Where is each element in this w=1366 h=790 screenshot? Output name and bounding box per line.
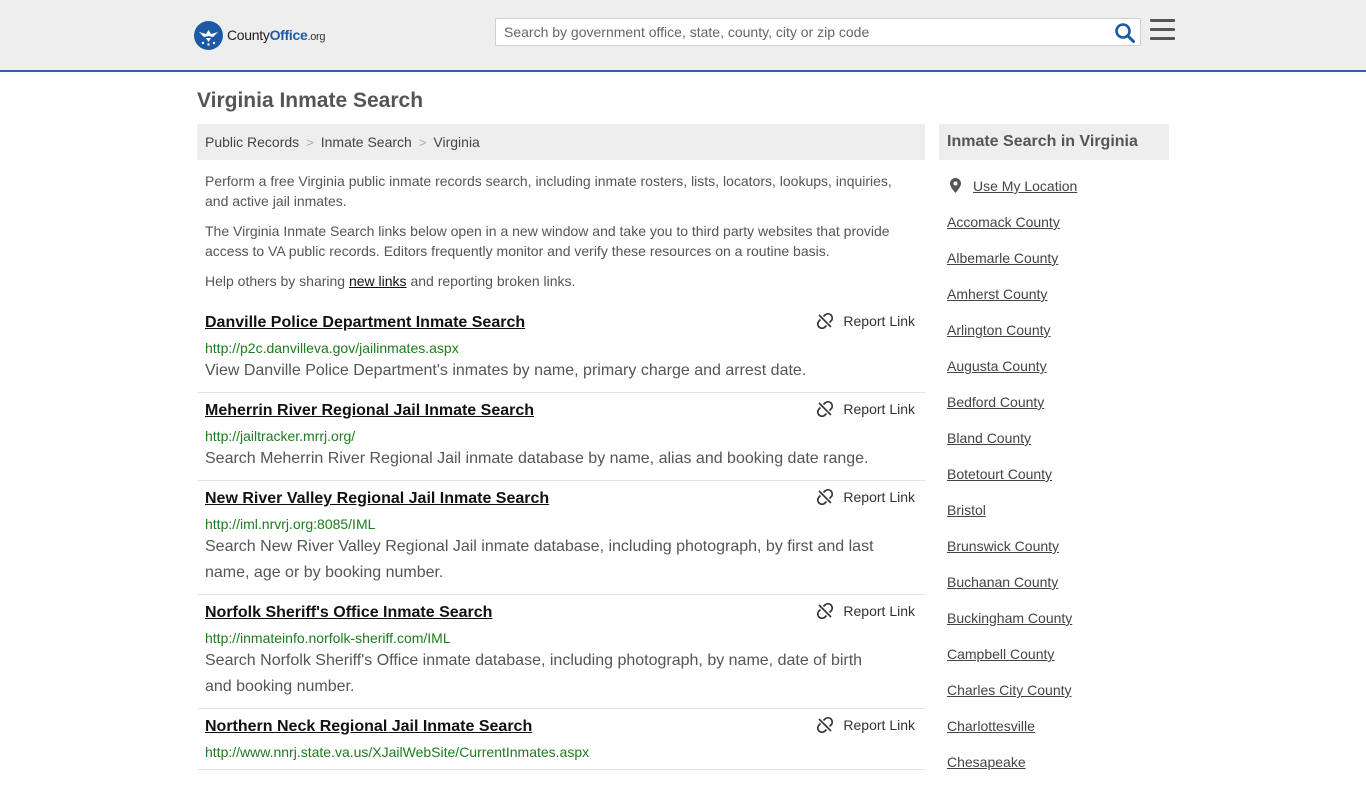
sidebar-item: Bland County [947,430,1169,466]
report-link-button[interactable]: Report Link [817,313,915,329]
site-header: CountyOffice.org [0,0,1366,72]
result-title-link[interactable]: New River Valley Regional Jail Inmate Se… [205,489,917,509]
sidebar-item: Charles City County [947,682,1169,718]
sidebar-link-augusta-county[interactable]: Augusta County [947,358,1047,374]
result-url[interactable]: http://www.nnrj.state.va.us/XJailWebSite… [205,743,917,761]
sidebar-item: Botetourt County [947,466,1169,502]
result-item: Norfolk Sheriff's Office Inmate Search h… [197,595,925,709]
logo-county: County [227,27,270,43]
search-box [495,18,1141,46]
result-title-link[interactable]: Northern Neck Regional Jail Inmate Searc… [205,717,917,737]
sidebar-link-bristol[interactable]: Bristol [947,502,986,518]
new-links-link[interactable]: new links [349,273,407,289]
sidebar-item: Bristol [947,502,1169,538]
breadcrumb: Public Records > Inmate Search > Virgini… [197,124,925,160]
breadcrumb-public-records[interactable]: Public Records [205,134,299,150]
intro-paragraph-2: The Virginia Inmate Search links below o… [205,223,890,259]
sidebar-link-arlington-county[interactable]: Arlington County [947,322,1051,338]
result-description: View Danville Police Department's inmate… [205,362,807,379]
result-description: Search Meherrin River Regional Jail inma… [205,450,869,467]
logo-eagle-icon [194,20,223,50]
report-link-label: Report Link [843,489,915,505]
map-pin-icon [950,178,961,193]
result-item: New River Valley Regional Jail Inmate Se… [197,481,925,595]
breadcrumb-separator: > [418,134,427,150]
result-description: Search Norfolk Sheriff's Office inmate d… [205,652,863,695]
breadcrumb-virginia: Virginia [433,134,480,150]
report-link-button[interactable]: Report Link [817,603,915,619]
search-input[interactable] [496,19,1106,45]
result-item: Danville Police Department Inmate Search… [197,305,925,393]
sidebar-link-charles-city-county[interactable]: Charles City County [947,682,1072,698]
result-title-link[interactable]: Meherrin River Regional Jail Inmate Sear… [205,401,917,421]
broken-link-icon [817,603,834,619]
site-logo[interactable]: CountyOffice.org [194,20,326,50]
report-link-label: Report Link [843,603,915,619]
use-my-location-link[interactable]: Use My Location [973,178,1077,194]
sidebar-link-albemarle-county[interactable]: Albemarle County [947,250,1058,266]
report-link-button[interactable]: Report Link [817,401,915,417]
logo-office: Office [269,27,308,43]
search-button[interactable] [1114,22,1136,44]
logo-text: CountyOffice.org [227,27,326,43]
logo-org: .org [307,31,326,43]
result-url[interactable]: http://iml.nrvrj.org:8085/IML [205,515,917,533]
result-item: Northern Neck Regional Jail Inmate Searc… [197,709,925,770]
sidebar-item: Campbell County [947,646,1169,682]
sidebar-item: Buckingham County [947,610,1169,646]
page-title: Virginia Inmate Search [197,89,424,112]
broken-link-icon [817,401,834,417]
sidebar-link-campbell-county[interactable]: Campbell County [947,646,1054,662]
sidebar-list: Use My Location Accomack County Albemarl… [939,178,1169,790]
sidebar-item: Augusta County [947,358,1169,394]
sidebar-link-bland-county[interactable]: Bland County [947,430,1031,446]
sidebar-item: Brunswick County [947,538,1169,574]
report-link-button[interactable]: Report Link [817,717,915,733]
sidebar-item: Accomack County [947,214,1169,250]
broken-link-icon [817,717,834,733]
use-my-location: Use My Location [947,178,1169,214]
result-url[interactable]: http://jailtracker.mrrj.org/ [205,427,917,445]
results-list: Danville Police Department Inmate Search… [197,305,925,770]
result-title-link[interactable]: Norfolk Sheriff's Office Inmate Search [205,603,917,623]
sidebar-link-buchanan-county[interactable]: Buchanan County [947,574,1058,590]
sidebar-item: Chesapeake [947,754,1169,790]
sidebar-link-amherst-county[interactable]: Amherst County [947,286,1047,302]
intro-text: Perform a free Virginia public inmate re… [205,171,917,301]
result-url[interactable]: http://inmateinfo.norfolk-sheriff.com/IM… [205,629,917,647]
sidebar-link-buckingham-county[interactable]: Buckingham County [947,610,1072,626]
report-link-label: Report Link [843,313,915,329]
sidebar-item: Bedford County [947,394,1169,430]
hamburger-menu-icon [1150,19,1175,22]
sidebar-item: Amherst County [947,286,1169,322]
report-link-label: Report Link [843,717,915,733]
sidebar-item: Charlottesville [947,718,1169,754]
sidebar-item: Arlington County [947,322,1169,358]
sidebar-link-charlottesville[interactable]: Charlottesville [947,718,1035,734]
result-description: Search New River Valley Regional Jail in… [205,538,874,581]
broken-link-icon [817,313,834,329]
hamburger-menu-button[interactable] [1150,19,1176,43]
breadcrumb-inmate-search[interactable]: Inmate Search [321,134,412,150]
report-link-label: Report Link [843,401,915,417]
sidebar-link-brunswick-county[interactable]: Brunswick County [947,538,1059,554]
result-item: Meherrin River Regional Jail Inmate Sear… [197,393,925,481]
result-url[interactable]: http://p2c.danvilleva.gov/jailinmates.as… [205,339,917,357]
sidebar-link-botetourt-county[interactable]: Botetourt County [947,466,1052,482]
intro-paragraph-1: Perform a free Virginia public inmate re… [205,173,892,209]
broken-link-icon [817,489,834,505]
sidebar-link-accomack-county[interactable]: Accomack County [947,214,1060,230]
sidebar-link-bedford-county[interactable]: Bedford County [947,394,1044,410]
sidebar-item: Albemarle County [947,250,1169,286]
sidebar-heading: Inmate Search in Virginia [939,124,1169,160]
sidebar: Inmate Search in Virginia Use My Locatio… [939,124,1169,790]
breadcrumb-separator: > [306,134,314,150]
result-title-link[interactable]: Danville Police Department Inmate Search [205,313,917,333]
sidebar-item: Buchanan County [947,574,1169,610]
intro-paragraph-3: Help others by sharing new links and rep… [205,273,576,289]
search-icon [1115,23,1135,43]
report-link-button[interactable]: Report Link [817,489,915,505]
